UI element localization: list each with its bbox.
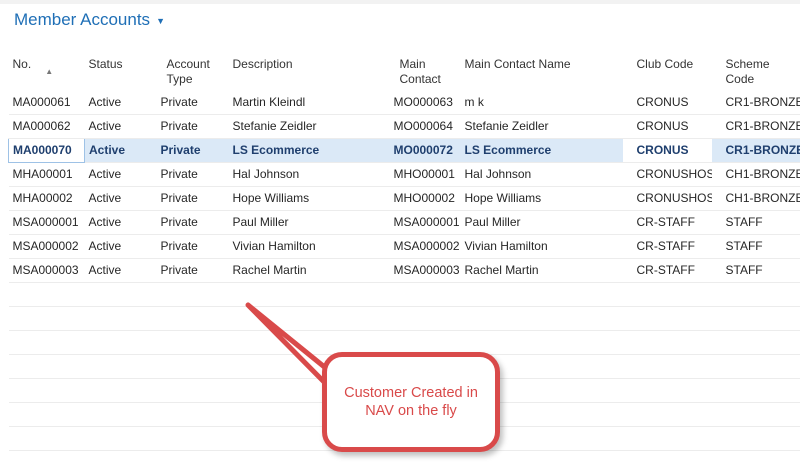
callout-text: Customer Created in NAV on the fly	[344, 384, 478, 420]
annotation-callout: Customer Created in NAV on the fly	[322, 352, 500, 452]
callout-line-2: NAV on the fly	[365, 403, 457, 419]
callout-line-1: Customer Created in	[344, 385, 478, 401]
